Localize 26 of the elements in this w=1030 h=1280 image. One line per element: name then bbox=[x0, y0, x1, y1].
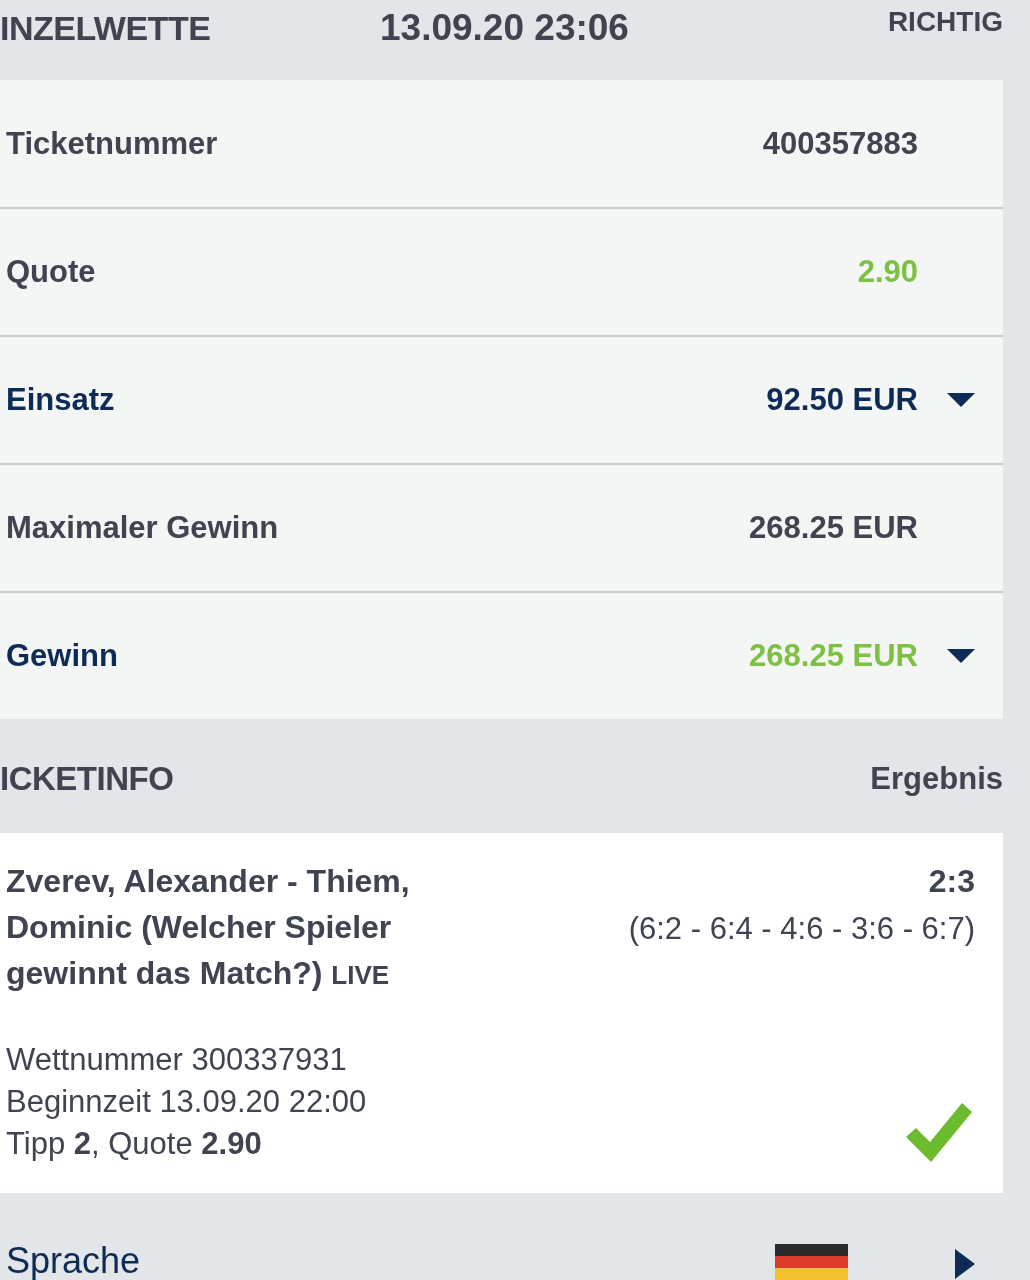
bet-detail: Tipp 2, Quote 2.90 bbox=[6, 1125, 263, 1163]
bet-detail: Wettnummer 300337931 bbox=[6, 1041, 348, 1079]
final-score: 2:3 bbox=[927, 862, 975, 901]
row-value: 92.50 EUR bbox=[766, 382, 918, 418]
result-heading: Ergebnis bbox=[870, 761, 1003, 797]
row-value: 400357883 bbox=[762, 125, 918, 162]
row-label: Gewinn bbox=[6, 638, 119, 674]
caret-icon[interactable] bbox=[947, 649, 975, 663]
row-value: 2.90 bbox=[857, 254, 918, 290]
row-label: Quote bbox=[6, 254, 97, 290]
language-label[interactable]: Sprache bbox=[6, 1241, 775, 1280]
row-label: Einsatz bbox=[6, 382, 116, 418]
row-value: 268.25 EUR bbox=[749, 638, 918, 674]
row-label: Ticketnummer bbox=[6, 125, 219, 162]
ticket-datetime: 13.09.20 23:06 bbox=[380, 6, 630, 50]
german-flag-icon bbox=[775, 1244, 848, 1280]
section-heading: ICKETINFO bbox=[0, 760, 174, 798]
event-title: Zverev, Alexander - Thiem, Dominic (Welcher Spieler gewinnt das Match?) LIVE bbox=[6, 862, 411, 993]
row-value: 268.25 EUR bbox=[749, 510, 918, 546]
row-label: Maximaler Gewinn bbox=[6, 510, 280, 546]
bet-type-heading: INZELWETTE bbox=[0, 8, 212, 49]
caret-icon[interactable] bbox=[947, 393, 975, 407]
set-scores: (6:2 - 6:4 - 4:6 - 3:6 - 6:7) bbox=[628, 910, 975, 948]
ticket-status: RICHTIG bbox=[887, 6, 1003, 38]
bet-detail: Beginnzeit 13.09.20 22:00 bbox=[6, 1083, 367, 1121]
chevron-right-icon[interactable] bbox=[955, 1249, 975, 1279]
